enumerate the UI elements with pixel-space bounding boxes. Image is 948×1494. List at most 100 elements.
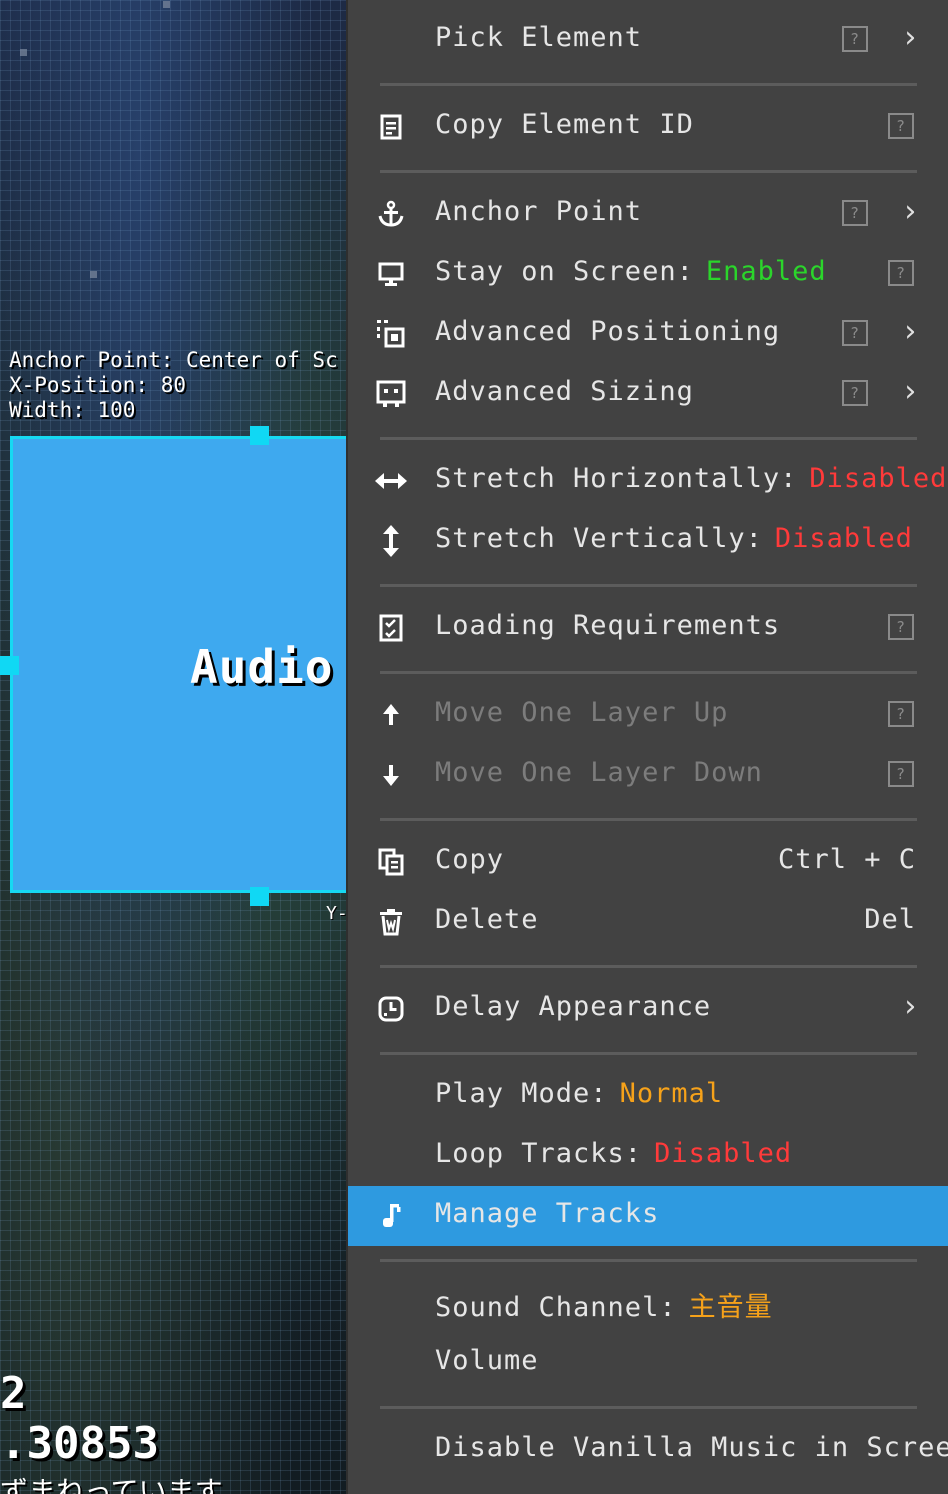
music-note-icon bbox=[375, 1200, 407, 1232]
menu-separator bbox=[380, 818, 917, 821]
menu-separator bbox=[380, 965, 917, 968]
resize-handle-left[interactable] bbox=[0, 656, 19, 675]
sound-channel-value: 主音量 bbox=[688, 1292, 773, 1323]
menu-item-anchor-point[interactable]: Anchor Point ? › bbox=[348, 184, 948, 244]
menu-item-label: Pick Element bbox=[435, 22, 643, 53]
menu-item-volume[interactable]: Volume bbox=[348, 1333, 948, 1393]
chevron-right-icon: › bbox=[901, 989, 921, 1024]
menu-item-play-mode[interactable]: Play Mode: Normal bbox=[348, 1066, 948, 1126]
overlay-anchor-line: Anchor Point: Center of Sc bbox=[9, 348, 338, 372]
horizontal-arrows-icon bbox=[375, 465, 407, 497]
y-position-label: Y- bbox=[326, 903, 348, 924]
menu-separator bbox=[380, 671, 917, 674]
element-info-overlay: Anchor Point: Center of Sc X-Position: 80… bbox=[9, 348, 338, 423]
context-menu: Pick Element ? › Copy Element ID ? Ancho… bbox=[346, 0, 948, 1494]
menu-item-disable-vanilla-music[interactable]: Disable Vanilla Music in Screens bbox=[348, 1420, 948, 1480]
menu-item-stay-on-screen[interactable]: Stay on Screen: Enabled ? bbox=[348, 244, 948, 304]
menu-item-label: Disable Vanilla Music in Screens bbox=[435, 1432, 948, 1463]
arrow-up-icon bbox=[375, 699, 407, 731]
menu-item-label: Loading Requirements bbox=[435, 610, 781, 641]
debug-line-1: 2 bbox=[0, 1368, 27, 1419]
checklist-icon bbox=[375, 612, 407, 644]
menu-item-copy-element-id[interactable]: Copy Element ID ? bbox=[348, 97, 948, 157]
background-star bbox=[163, 1, 170, 8]
document-icon bbox=[375, 111, 407, 143]
help-icon[interactable]: ? bbox=[842, 320, 868, 346]
chevron-right-icon: › bbox=[901, 374, 921, 409]
menu-item-text: Play Mode: bbox=[435, 1078, 608, 1109]
menu-item-label: Play Mode: Normal bbox=[435, 1078, 723, 1109]
menu-item-label: Advanced Positioning bbox=[435, 316, 781, 347]
menu-item-loading-requirements[interactable]: Loading Requirements ? bbox=[348, 598, 948, 658]
menu-separator bbox=[380, 1052, 917, 1055]
menu-item-label: Delete bbox=[435, 904, 539, 935]
shortcut-label: Del bbox=[864, 904, 916, 935]
menu-separator bbox=[380, 170, 917, 173]
status-value-disabled: Disabled bbox=[654, 1138, 793, 1169]
menu-item-stretch-horizontally[interactable]: Stretch Horizontally: Disabled bbox=[348, 451, 948, 511]
menu-separator bbox=[380, 584, 917, 587]
help-icon[interactable]: ? bbox=[842, 200, 868, 226]
resize-handle-top[interactable] bbox=[250, 426, 269, 445]
status-value-disabled: Disabled bbox=[809, 463, 948, 494]
chevron-right-icon: › bbox=[901, 314, 921, 349]
help-icon[interactable]: ? bbox=[888, 701, 914, 727]
menu-item-label: Manage Tracks bbox=[435, 1198, 660, 1229]
positioning-icon bbox=[375, 318, 407, 350]
menu-item-label: Copy Element ID bbox=[435, 109, 694, 140]
editor-canvas[interactable]: Anchor Point: Center of Sc X-Position: 80… bbox=[0, 0, 348, 1494]
trash-icon bbox=[375, 906, 407, 938]
audio-element-label: Audio bbox=[190, 640, 334, 694]
menu-item-label: Sound Channel: 主音量 bbox=[435, 1285, 773, 1324]
menu-separator bbox=[380, 437, 917, 440]
status-value-enabled: Enabled bbox=[705, 256, 827, 287]
menu-item-delete[interactable]: Delete Del bbox=[348, 892, 948, 952]
help-icon[interactable]: ? bbox=[842, 26, 868, 52]
menu-item-label: Anchor Point bbox=[435, 196, 643, 227]
debug-line-2: .30853 bbox=[0, 1418, 159, 1469]
clock-icon bbox=[375, 993, 407, 1025]
shortcut-label: Ctrl + C bbox=[777, 844, 916, 875]
resize-handle-bottom[interactable] bbox=[250, 887, 269, 906]
help-icon[interactable]: ? bbox=[888, 614, 914, 640]
menu-item-label: Stay on Screen: Enabled bbox=[435, 256, 827, 287]
menu-item-loop-tracks[interactable]: Loop Tracks: Disabled bbox=[348, 1126, 948, 1186]
menu-item-text: Loop Tracks: bbox=[435, 1138, 643, 1169]
copy-icon bbox=[375, 846, 407, 878]
help-icon[interactable]: ? bbox=[888, 761, 914, 787]
play-mode-value: Normal bbox=[619, 1078, 724, 1109]
overlay-x-position-line: X-Position: 80 bbox=[9, 373, 187, 397]
background-star bbox=[90, 271, 97, 278]
sizing-icon bbox=[375, 378, 407, 410]
menu-separator bbox=[380, 83, 917, 86]
menu-item-stretch-vertically[interactable]: Stretch Vertically: Disabled bbox=[348, 511, 948, 571]
menu-item-advanced-positioning[interactable]: Advanced Positioning ? › bbox=[348, 304, 948, 364]
menu-item-text: Stretch Vertically: bbox=[435, 523, 763, 554]
menu-item-copy[interactable]: Copy Ctrl + C bbox=[348, 832, 948, 892]
chevron-right-icon: › bbox=[901, 20, 921, 55]
menu-separator bbox=[380, 1406, 917, 1409]
menu-item-label: Move One Layer Up bbox=[435, 697, 729, 728]
overlay-width-line: Width: 100 bbox=[9, 398, 136, 422]
menu-item-label: Loop Tracks: Disabled bbox=[435, 1138, 792, 1169]
background-star bbox=[20, 49, 27, 56]
menu-item-label: Stretch Vertically: Disabled bbox=[435, 523, 913, 554]
status-value-disabled: Disabled bbox=[774, 523, 913, 554]
menu-item-manage-tracks[interactable]: Manage Tracks bbox=[348, 1186, 948, 1246]
help-icon[interactable]: ? bbox=[888, 113, 914, 139]
vertical-arrows-icon bbox=[375, 525, 407, 557]
menu-item-advanced-sizing[interactable]: Advanced Sizing ? › bbox=[348, 364, 948, 424]
menu-item-move-layer-down[interactable]: Move One Layer Down ? bbox=[348, 745, 948, 805]
menu-item-text: Stretch Horizontally: bbox=[435, 463, 798, 494]
help-icon[interactable]: ? bbox=[888, 260, 914, 286]
menu-item-sound-channel[interactable]: Sound Channel: 主音量 bbox=[348, 1273, 948, 1333]
menu-item-delay-appearance[interactable]: Delay Appearance › bbox=[348, 979, 948, 1039]
help-icon[interactable]: ? bbox=[842, 380, 868, 406]
menu-item-text: Stay on Screen: bbox=[435, 256, 694, 287]
menu-item-label: Stretch Horizontally: Disabled bbox=[435, 463, 947, 494]
debug-line-3: ずまねっています bbox=[0, 1475, 223, 1494]
menu-item-move-layer-up[interactable]: Move One Layer Up ? bbox=[348, 685, 948, 745]
menu-item-pick-element[interactable]: Pick Element ? › bbox=[348, 10, 948, 70]
menu-item-label: Move One Layer Down bbox=[435, 757, 763, 788]
menu-item-label: Copy bbox=[435, 844, 505, 875]
